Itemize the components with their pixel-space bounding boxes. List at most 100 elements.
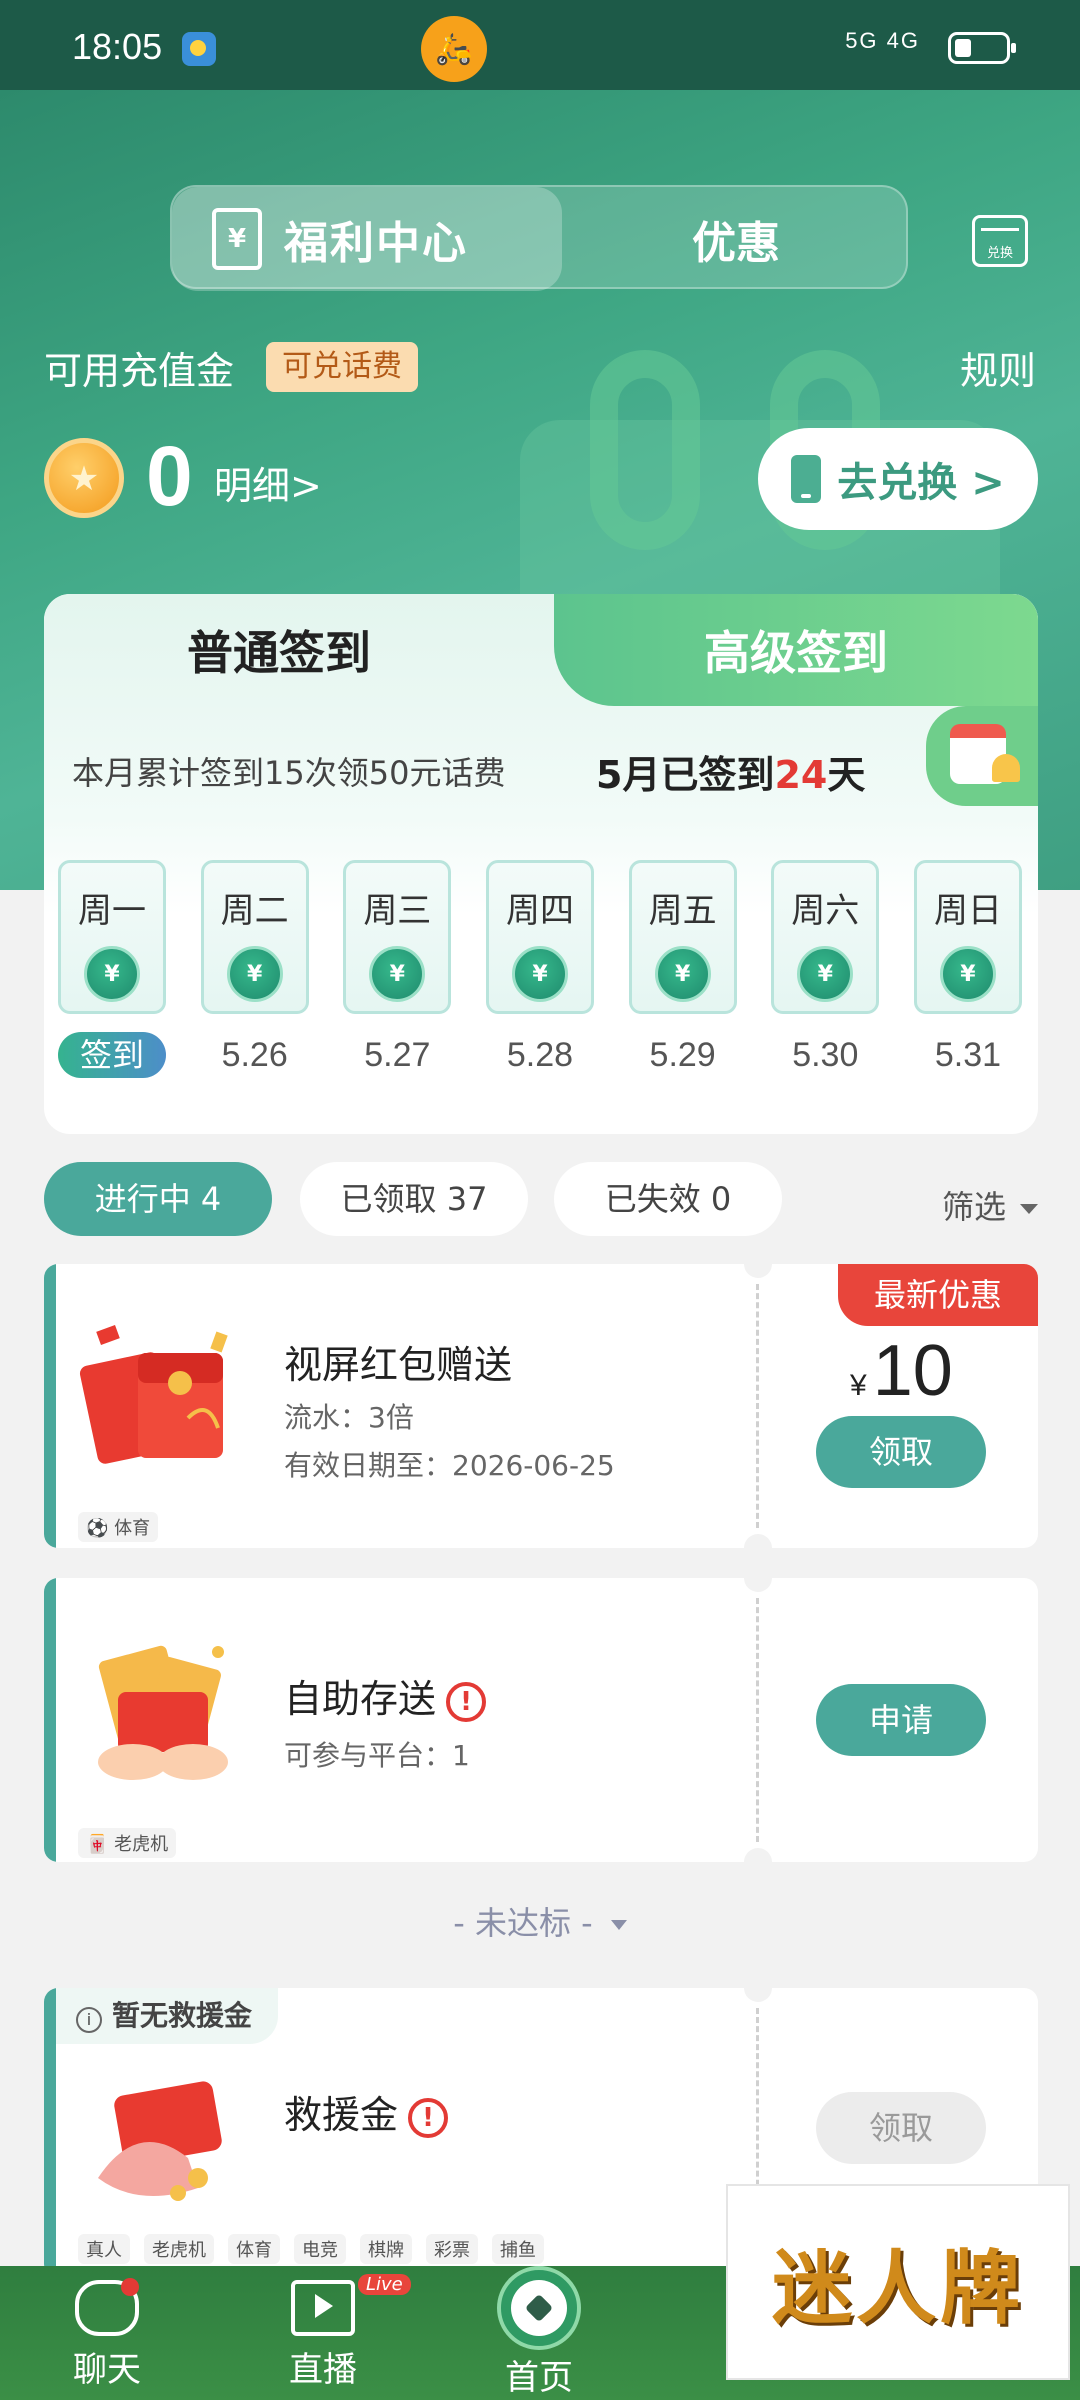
day-monday: 周一 ¥ 签到 (58, 860, 166, 1078)
apply-button[interactable]: 申请 (816, 1684, 986, 1756)
tab-welfare-center-label: 福利中心 (284, 218, 468, 269)
tag-cards: 棋牌 (360, 2234, 412, 2264)
coupon-title-text: 自助存送 (284, 1677, 437, 1721)
weekday-label: 周二 (220, 891, 289, 931)
currency-symbol: ¥ (850, 1369, 867, 1402)
day-box: 周四 ¥ (485, 860, 594, 1014)
category-tag-slots: 🀄 老虎机 (78, 1828, 177, 1858)
balance-label: 可用充值金 (44, 349, 235, 393)
nav-chat[interactable]: 聊天 (32, 2278, 182, 2391)
detail-link[interactable]: 明细> (214, 455, 322, 510)
category-tags: 真人 老虎机 体育 电竞 棋牌 彩票 捕鱼 (78, 2234, 544, 2264)
coin-icon (44, 438, 124, 518)
coupon-title-text: 救援金 (284, 2093, 399, 2137)
chip-expired[interactable]: 已失效 0 (554, 1162, 782, 1236)
category-tag-sports: ⚽ 体育 (78, 1512, 159, 1542)
weekday-label: 周一 (78, 891, 146, 931)
day-box: 周五 ¥ (628, 860, 737, 1014)
not-reached-label: - 未达标 - (453, 1904, 593, 1942)
info-icon: i (76, 2007, 102, 2033)
chip-claimed[interactable]: 已领取 37 (300, 1162, 528, 1236)
day-friday: 周五 ¥ 5.29 (628, 860, 737, 1078)
balance-amount: 0 (146, 429, 193, 523)
claim-button-disabled[interactable]: 领取 (816, 2092, 986, 2164)
coupon-expiry: 有效日期至：2026-06-25 (284, 1449, 615, 1482)
day-box: 周日 ¥ (913, 860, 1022, 1014)
day-thursday: 周四 ¥ 5.28 (485, 860, 594, 1078)
coupon-platforms: 可参与平台：1 (284, 1739, 470, 1772)
tag-esports: 电竞 (294, 2234, 346, 2264)
filter-chips: 进行中 4 已领取 37 已失效 0 筛选 (44, 1162, 1038, 1236)
chip-in-progress[interactable]: 进行中 4 (44, 1162, 272, 1236)
go-exchange-button[interactable]: 去兑换 > (758, 428, 1038, 530)
nav-chat-label: 聊天 (73, 2350, 141, 2390)
nav-home[interactable]: 首页 (464, 2266, 614, 2399)
month-count: 24 (774, 753, 828, 797)
weather-icon (182, 32, 216, 66)
not-reached-toggle[interactable]: - 未达标 - (0, 1898, 1080, 1944)
coupon-value: 10 (872, 1331, 953, 1411)
phone-coupon-icon: ¥ (226, 946, 283, 1002)
day-saturday: 周六 ¥ 5.30 (771, 860, 880, 1078)
watermark-text: 迷人牌 (772, 2241, 1024, 2335)
day-date: 5.31 (934, 1036, 1002, 1074)
phone-coupon-icon: ¥ (84, 946, 140, 1002)
day-box: 周六 ¥ (771, 860, 880, 1014)
filter-dropdown[interactable]: 筛选 (942, 1182, 1038, 1228)
chevron-down-icon (610, 1920, 627, 1930)
signin-button[interactable]: 签到 (58, 1032, 166, 1078)
weekday-label: 周三 (363, 891, 432, 931)
chevron-down-icon (1020, 1204, 1038, 1214)
signin-days-row: 周一 ¥ 签到 周二 ¥ 5.26 周三 ¥ 5.27 周四 ¥ 5.28 周五… (58, 860, 1038, 1078)
tag-fishing: 捕鱼 (492, 2234, 544, 2264)
no-rescue-badge: i 暂无救援金 (56, 1988, 279, 2044)
phone-coupon-icon: ¥ (797, 946, 854, 1002)
month-suffix: 天 (827, 753, 866, 797)
tv-play-icon (291, 2280, 355, 2336)
tab-normal-signin[interactable]: 普通签到 (44, 594, 564, 706)
tab-promotions[interactable]: 优惠 (562, 187, 910, 291)
nav-live[interactable]: Live 直播 (248, 2274, 411, 2391)
exchange-icon[interactable]: 兑换 (972, 215, 1028, 267)
go-exchange-label: 去兑换 > (837, 460, 1005, 506)
notification-dot (121, 2278, 139, 2296)
weekday-label: 周日 (933, 891, 1002, 931)
watermark-logo: 迷人牌 (726, 2184, 1070, 2380)
coupon-card-self-deposit: 自助存送! 可参与平台：1 🀄 老虎机 申请 (44, 1578, 1038, 1862)
filter-label: 筛选 (941, 1188, 1006, 1226)
day-wednesday: 周三 ¥ 5.27 (343, 860, 452, 1078)
nav-live-label: 直播 (289, 2350, 357, 2390)
day-date: 5.28 (506, 1036, 574, 1074)
weekday-label: 周六 (791, 891, 860, 931)
warning-icon[interactable]: ! (408, 2097, 449, 2138)
signin-card: 普通签到 高级签到 本月累计签到15次领50元话费 5月已签到24天 周一 ¥ … (44, 594, 1038, 1134)
month-signin-count: 5月已签到24天 (596, 744, 865, 799)
day-date: 5.26 (221, 1036, 288, 1074)
phone-coupon-icon: ¥ (511, 946, 568, 1002)
tag-sports: 体育 (228, 2234, 280, 2264)
status-bar: 18:05 🛵 5G 4G (0, 0, 1080, 90)
tab-advanced-signin[interactable]: 高级签到 (554, 594, 1038, 706)
warning-icon[interactable]: ! (446, 1681, 487, 1722)
day-box: 周二 ¥ (200, 860, 309, 1014)
day-date: 5.30 (792, 1036, 859, 1074)
newest-offer-badge: 最新优惠 (838, 1264, 1038, 1326)
phone-credit-badge: 可兑话费 (266, 342, 418, 392)
coupon-title: 自助存送! (284, 1668, 487, 1723)
gift-box-illustration (98, 2081, 222, 2201)
weekday-label: 周五 (648, 891, 717, 931)
cash-hands-illustration (98, 1645, 228, 1780)
claim-button[interactable]: 领取 (816, 1416, 986, 1488)
rules-link[interactable]: 规则 (960, 340, 1036, 395)
tag-slots: 老虎机 (144, 2234, 214, 2264)
tab-welfare-center[interactable]: ¥ 福利中心 (172, 187, 562, 291)
tag-lottery: 彩票 (426, 2234, 478, 2264)
day-box: 周一 ¥ (58, 860, 166, 1014)
calendar-bell-icon[interactable] (926, 706, 1038, 806)
weekday-label: 周四 (505, 891, 574, 931)
phone-coupon-icon: ¥ (369, 946, 426, 1002)
delivery-app-icon: 🛵 (421, 16, 487, 82)
signal-icons: 5G 4G (845, 28, 920, 53)
month-prefix: 5月已签到 (596, 753, 775, 797)
coupon-amount: ¥10 (850, 1330, 953, 1412)
